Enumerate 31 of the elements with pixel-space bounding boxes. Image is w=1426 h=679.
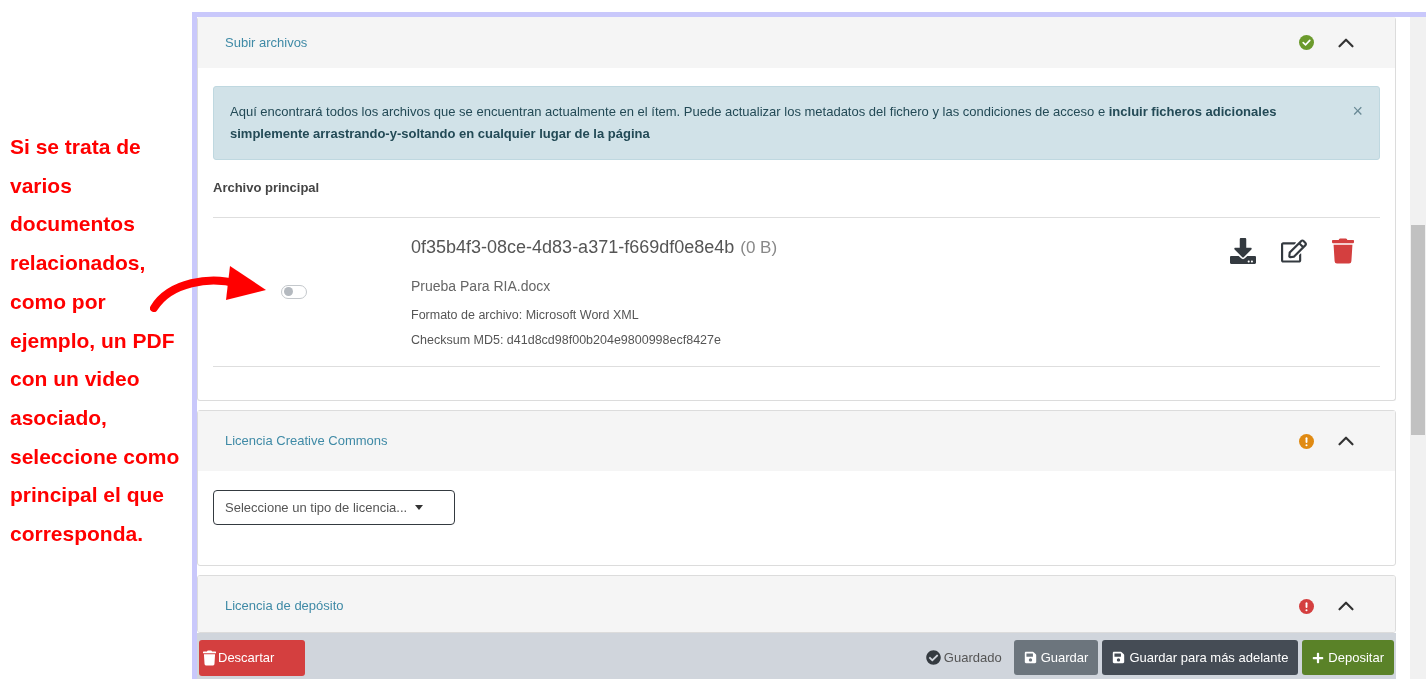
deposit-button[interactable]: Depositar: [1302, 640, 1394, 675]
save-icon: [1023, 651, 1037, 664]
primary-toggle[interactable]: [281, 284, 307, 299]
alert-message: Aquí encontrará todos los archivos que se encuentran actualmente en el ítem. Puede actualizar los metadatos del fichero y las condiciones de acceso e incluir ficheros adicionales simplemente arrastrando-y-soltando en cualquier lugar de la página: [230, 103, 1278, 143]
subheading: Archivo principal: [213, 179, 321, 197]
edit-icon[interactable]: [1281, 237, 1307, 264]
discard-button[interactable]: Descartar: [199, 639, 305, 676]
file-format: Formato de archivo: Microsoft Word XML: [411, 306, 640, 324]
license-select[interactable]: Seleccione un tipo de licencia...: [213, 490, 455, 525]
plus-icon: [1312, 651, 1325, 664]
close-button[interactable]: ×: [1352, 101, 1363, 121]
save-button[interactable]: Guardar para más adelante: [1102, 640, 1299, 675]
file-id: 0f35b4f3-08ce-4d83-a371-f669df0e8e4b: [411, 235, 735, 259]
annotation-text: Si se trata de varios documentos relacionados, como por ejemplo, un PDF con un video asociado, seleccione como principal el que corresponda.: [10, 134, 181, 548]
section-title: Subir archivos: [224, 33, 309, 52]
section-header[interactable]: Licencia de depósito: [198, 576, 1395, 632]
file-size: (0 B): [740, 236, 778, 259]
saved-status: Guardado: [943, 648, 1002, 667]
scrollbar[interactable]: [1410, 17, 1426, 679]
file-checksum: Checksum MD5: d41d8cd98f00b204e9800998ecf8427e: [411, 332, 722, 350]
section-title: Licencia de depósito: [224, 597, 345, 616]
save-icon: [1112, 651, 1126, 664]
download-icon[interactable]: [1230, 237, 1256, 264]
trash-icon: [203, 649, 216, 666]
section-title: Licencia Creative Commons: [224, 432, 389, 451]
caret-icon: [415, 505, 424, 510]
section-header[interactable]: Subir archivos: [198, 17, 1395, 68]
save-button[interactable]: Guardar: [1013, 640, 1099, 675]
file-name: Prueba Para RIA.docx: [411, 276, 552, 296]
trash-icon[interactable]: [1332, 237, 1354, 264]
section-header[interactable]: Licencia Creative Commons: [198, 411, 1395, 471]
